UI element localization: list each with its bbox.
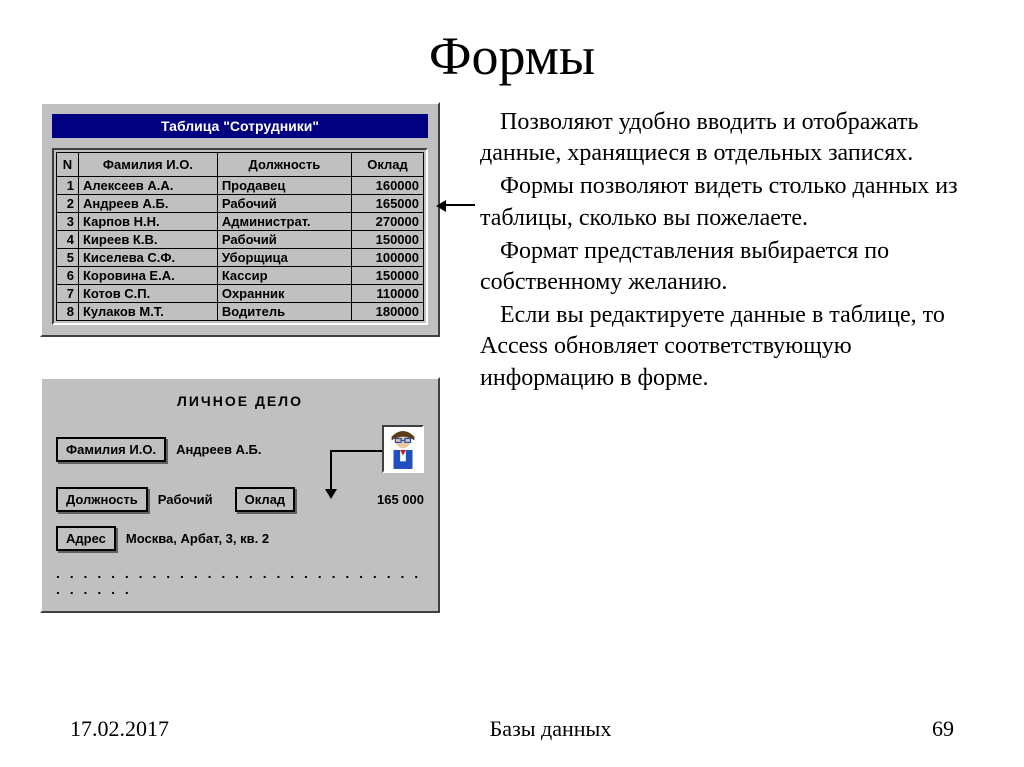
- ellipsis-line: . . . . . . . . . . . . . . . . . . . . …: [56, 565, 424, 597]
- footer-date: 17.02.2017: [70, 716, 169, 742]
- cell-n: 3: [57, 213, 79, 231]
- footer-subject: Базы данных: [490, 716, 612, 742]
- label-address: Адрес: [56, 526, 116, 551]
- form-row-address: Адрес Москва, Арбат, 3, кв. 2: [56, 526, 424, 551]
- footer-page: 69: [932, 716, 954, 742]
- cell-salary: 150000: [352, 231, 424, 249]
- label-name: Фамилия И.О.: [56, 437, 166, 462]
- cell-job: Уборщица: [217, 249, 351, 267]
- label-salary: Оклад: [235, 487, 296, 512]
- form-panel: ЛИЧНОЕ ДЕЛО Фамилия И.О. Андреев А.Б.: [40, 377, 440, 613]
- form-row-name: Фамилия И.О. Андреев А.Б.: [56, 425, 424, 473]
- arrow-down-icon: [330, 450, 332, 495]
- para-4: Если вы редактируете данные в таблице, т…: [480, 300, 984, 394]
- label-job: Должность: [56, 487, 148, 512]
- slide-title: Формы: [40, 25, 984, 87]
- value-job: Рабочий: [158, 492, 213, 507]
- value-address: Москва, Арбат, 3, кв. 2: [126, 531, 269, 546]
- col-salary: Оклад: [352, 153, 424, 177]
- table-row: 8Кулаков М.Т.Водитель180000: [57, 303, 424, 321]
- cell-n: 4: [57, 231, 79, 249]
- value-salary: 165 000: [377, 492, 424, 507]
- cell-n: 5: [57, 249, 79, 267]
- cell-name: Киреев К.В.: [79, 231, 218, 249]
- table-panel: Таблица "Сотрудники" N Фамилия И.О. Долж…: [40, 102, 440, 337]
- cell-salary: 160000: [352, 177, 424, 195]
- value-name: Андреев А.Б.: [176, 442, 261, 457]
- cell-job: Рабочий: [217, 231, 351, 249]
- form-row-job: Должность Рабочий Оклад 165 000: [56, 487, 424, 512]
- cell-name: Киселева С.Ф.: [79, 249, 218, 267]
- table-row: 6Коровина Е.А.Кассир150000: [57, 267, 424, 285]
- para-2: Формы позволяют видеть столько данных из…: [480, 171, 984, 233]
- cell-name: Котов С.П.: [79, 285, 218, 303]
- col-n: N: [57, 153, 79, 177]
- para-1: Позволяют удобно вводить и отображать да…: [480, 107, 984, 169]
- employees-table-wrap: N Фамилия И.О. Должность Оклад 1Алексеев…: [52, 148, 428, 325]
- cell-name: Карпов Н.Н.: [79, 213, 218, 231]
- panel-titlebar: Таблица "Сотрудники": [52, 114, 428, 138]
- cell-salary: 165000: [352, 195, 424, 213]
- cell-job: Кассир: [217, 267, 351, 285]
- cell-salary: 180000: [352, 303, 424, 321]
- cell-job: Водитель: [217, 303, 351, 321]
- slide-footer: 17.02.2017 Базы данных 69: [0, 716, 1024, 742]
- para-3: Формат представления выбирается по собст…: [480, 236, 984, 298]
- cell-job: Администрат.: [217, 213, 351, 231]
- table-row: 4Киреев К.В.Рабочий150000: [57, 231, 424, 249]
- cell-name: Алексеев А.А.: [79, 177, 218, 195]
- cell-n: 1: [57, 177, 79, 195]
- cell-salary: 270000: [352, 213, 424, 231]
- cell-job: Охранник: [217, 285, 351, 303]
- employees-table: N Фамилия И.О. Должность Оклад 1Алексеев…: [56, 152, 424, 321]
- table-row: 5Киселева С.Ф.Уборщица100000: [57, 249, 424, 267]
- cell-name: Коровина Е.А.: [79, 267, 218, 285]
- cell-name: Андреев А.Б.: [79, 195, 218, 213]
- cell-n: 7: [57, 285, 79, 303]
- col-job: Должность: [217, 153, 351, 177]
- form-title: ЛИЧНОЕ ДЕЛО: [56, 393, 424, 409]
- cell-salary: 100000: [352, 249, 424, 267]
- cell-salary: 150000: [352, 267, 424, 285]
- cell-name: Кулаков М.Т.: [79, 303, 218, 321]
- cell-salary: 110000: [352, 285, 424, 303]
- table-row: 3Карпов Н.Н.Администрат.270000: [57, 213, 424, 231]
- cell-job: Продавец: [217, 177, 351, 195]
- col-name: Фамилия И.О.: [79, 153, 218, 177]
- arrow-left-icon: [440, 204, 475, 206]
- table-row: 1Алексеев А.А.Продавец160000: [57, 177, 424, 195]
- description-text: Позволяют удобно вводить и отображать да…: [480, 102, 984, 613]
- table-row: 7Котов С.П.Охранник110000: [57, 285, 424, 303]
- avatar-icon: [382, 425, 424, 473]
- table-row: 2Андреев А.Б.Рабочий165000: [57, 195, 424, 213]
- cell-n: 8: [57, 303, 79, 321]
- cell-n: 2: [57, 195, 79, 213]
- cell-n: 6: [57, 267, 79, 285]
- cell-job: Рабочий: [217, 195, 351, 213]
